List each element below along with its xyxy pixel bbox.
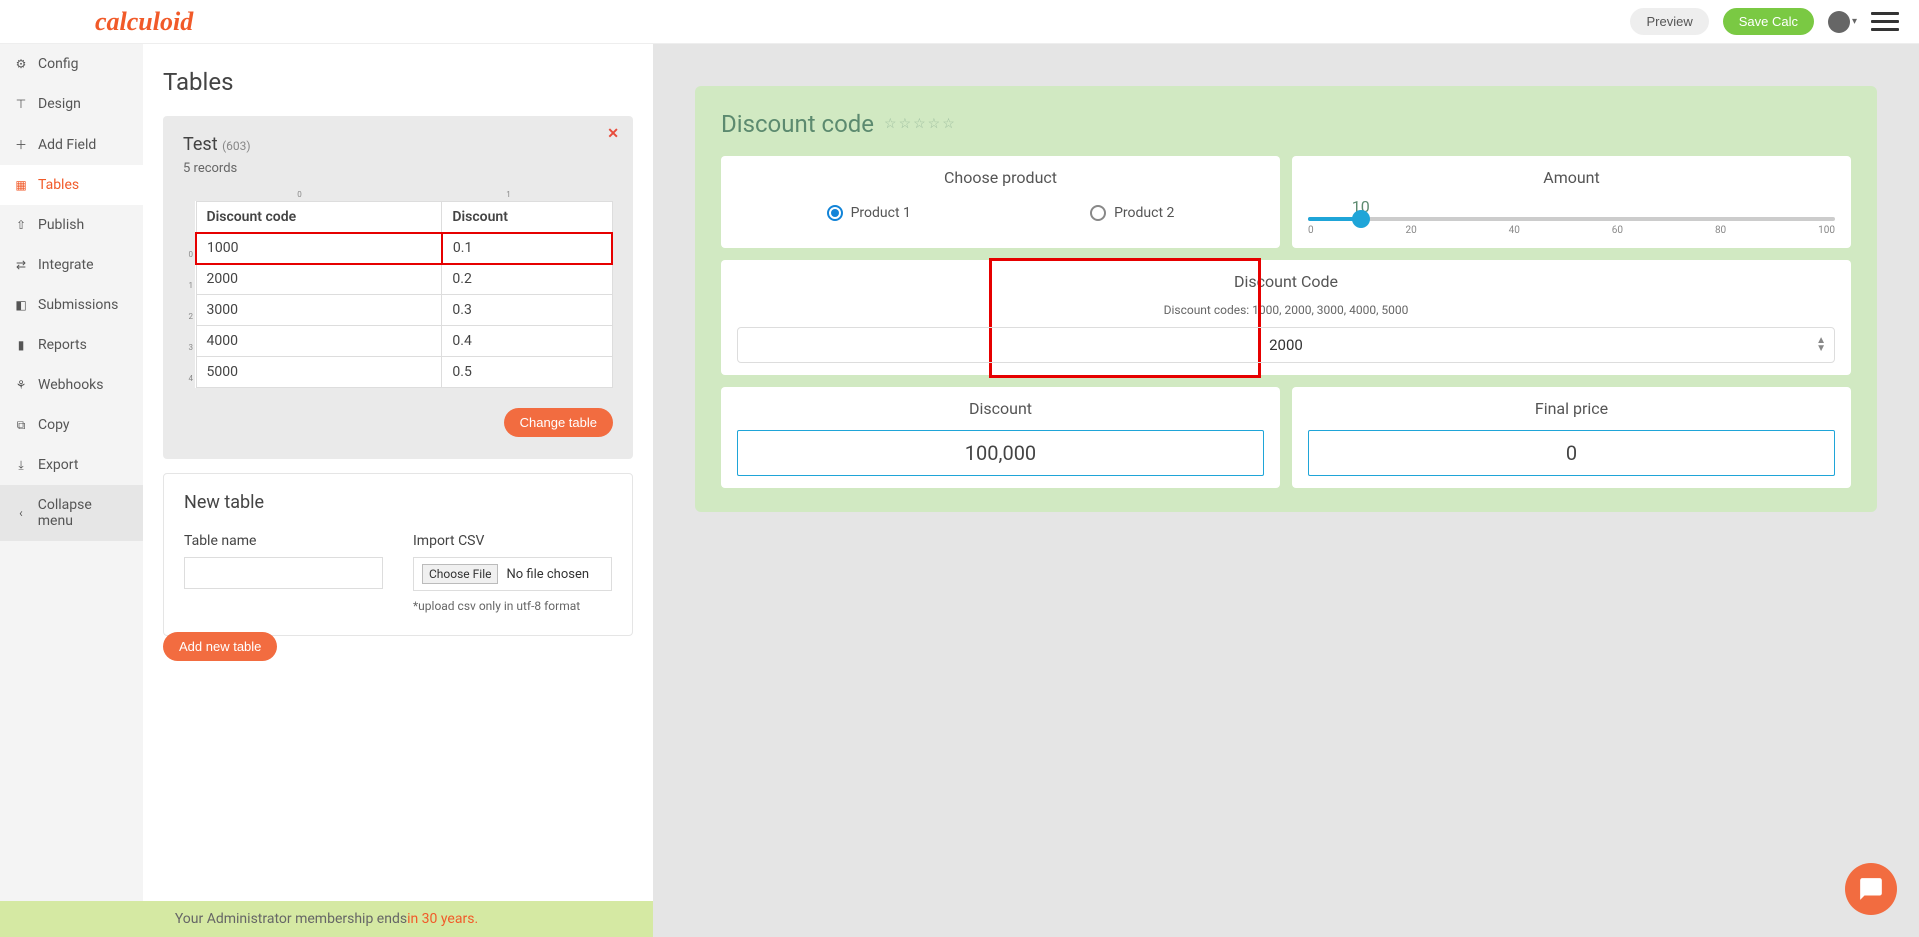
- product2-radio[interactable]: Product 2: [1090, 205, 1174, 221]
- caret-down-icon: ▾: [1852, 16, 1857, 27]
- slider-thumb[interactable]: [1352, 210, 1370, 228]
- table-row[interactable]: 40000.4: [196, 326, 612, 357]
- calc-title: Discount code: [721, 110, 874, 138]
- radio-checked-icon: [827, 205, 843, 221]
- sidebar-item-copy[interactable]: ⧉Copy: [0, 405, 143, 445]
- sidebar-item-config[interactable]: ⚙Config: [0, 44, 143, 84]
- sidebar-collapse[interactable]: ‹Collapse menu: [0, 485, 143, 541]
- card-title: Amount: [1308, 168, 1835, 187]
- choose-product-card: Choose product Product 1 Product 2: [721, 156, 1280, 248]
- plus-icon: ＋: [14, 136, 28, 153]
- save-calc-button[interactable]: Save Calc: [1723, 8, 1814, 35]
- col-indices: 0 1: [195, 188, 613, 201]
- table-header-row: Discount code Discount: [196, 202, 612, 233]
- data-table[interactable]: Discount code Discount 10000.1 20000.2 3…: [195, 201, 613, 388]
- card-title: Discount: [737, 399, 1264, 418]
- change-table-button[interactable]: Change table: [504, 408, 613, 437]
- sidebar-item-submissions[interactable]: ◧Submissions: [0, 285, 143, 325]
- file-input[interactable]: Choose File No file chosen: [413, 557, 612, 591]
- table-name-label: Table name: [184, 533, 383, 549]
- card-title: Final price: [1308, 399, 1835, 418]
- rating-stars[interactable]: ☆☆☆☆☆: [884, 116, 957, 132]
- chat-icon: [1858, 876, 1884, 902]
- table-panel: ✕ Test (603) 5 records 0 1 2 3 4 0: [163, 116, 633, 459]
- submissions-icon: ◧: [14, 298, 28, 312]
- tables-panel-area: Tables ✕ Test (603) 5 records 0 1 2 3 4: [143, 44, 653, 937]
- spinner-icon[interactable]: ▲▼: [1816, 337, 1826, 353]
- record-count: 5 records: [183, 161, 613, 176]
- sidebar-item-webhooks[interactable]: ⚘Webhooks: [0, 365, 143, 405]
- copy-icon: ⧉: [14, 418, 28, 433]
- new-table-title: New table: [184, 492, 612, 513]
- final-price-value: 0: [1308, 430, 1835, 476]
- sidebar-item-add-field[interactable]: ＋Add Field: [0, 124, 143, 165]
- import-csv-label: Import CSV: [413, 533, 612, 549]
- sidebar-item-reports[interactable]: ▮Reports: [0, 325, 143, 365]
- table-row[interactable]: 20000.2: [196, 264, 612, 295]
- sidebar-item-integrate[interactable]: ⇄Integrate: [0, 245, 143, 285]
- publish-icon: ⇧: [14, 218, 28, 232]
- integrate-icon: ⇄: [14, 258, 28, 272]
- export-icon: ⤓: [14, 458, 28, 473]
- product1-radio[interactable]: Product 1: [827, 205, 911, 221]
- user-menu[interactable]: ▾: [1828, 11, 1857, 33]
- sidebar: ⚙Config ⊤Design ＋Add Field ▦Tables ⇧Publ…: [0, 44, 143, 937]
- hamburger-icon[interactable]: [1871, 12, 1899, 31]
- new-table-panel: New table Table name Import CSV Choose F…: [163, 473, 633, 636]
- upload-note: *upload csv only in utf-8 format: [413, 599, 612, 613]
- sidebar-item-tables[interactable]: ▦Tables: [0, 165, 143, 205]
- discount-value: 100,000: [737, 430, 1264, 476]
- table-name-input[interactable]: [184, 557, 383, 589]
- final-price-card: Final price 0: [1292, 387, 1851, 488]
- discount-code-input[interactable]: 2000 ▲▼: [737, 327, 1835, 363]
- card-title: Choose product: [737, 168, 1264, 187]
- discount-result-card: Discount 100,000: [721, 387, 1280, 488]
- design-icon: ⊤: [14, 97, 28, 111]
- table-name: Test (603): [183, 134, 613, 155]
- page-title: Tables: [163, 68, 633, 96]
- avatar-icon: [1828, 11, 1850, 33]
- add-new-table-button[interactable]: Add new table: [163, 632, 277, 661]
- file-status: No file chosen: [506, 567, 589, 582]
- membership-bar: Your Administrator membership ends in 30…: [0, 901, 653, 937]
- calculator-preview-area: Discount code ☆☆☆☆☆ Choose product Produ…: [653, 44, 1919, 937]
- table-row[interactable]: 50000.5: [196, 357, 612, 388]
- row-indices: 0 1 2 3 4: [183, 188, 195, 394]
- chevron-left-icon: ‹: [14, 506, 28, 520]
- amount-slider[interactable]: 10 0 20 40 60 80 100: [1308, 199, 1835, 236]
- radio-unchecked-icon: [1090, 205, 1106, 221]
- calculator-panel: Discount code ☆☆☆☆☆ Choose product Produ…: [695, 86, 1877, 512]
- table-row[interactable]: 10000.1: [196, 233, 612, 264]
- reports-icon: ▮: [14, 338, 28, 352]
- logo[interactable]: calculoid: [95, 7, 193, 37]
- slider-ticks: 0 20 40 60 80 100: [1308, 225, 1835, 236]
- close-icon[interactable]: ✕: [607, 126, 619, 142]
- sidebar-item-publish[interactable]: ⇧Publish: [0, 205, 143, 245]
- sidebar-item-design[interactable]: ⊤Design: [0, 84, 143, 124]
- topbar: calculoid Preview Save Calc ▾: [0, 0, 1919, 44]
- table-row[interactable]: 30000.3: [196, 295, 612, 326]
- table-icon: ▦: [14, 178, 28, 192]
- chat-bubble-button[interactable]: [1845, 863, 1897, 915]
- preview-button[interactable]: Preview: [1630, 8, 1708, 35]
- card-title: Discount Code: [737, 272, 1835, 291]
- discount-hint: Discount codes: 1000, 2000, 3000, 4000, …: [737, 303, 1835, 317]
- discount-code-card: Discount Code Discount codes: 1000, 2000…: [721, 260, 1851, 375]
- gear-icon: ⚙: [14, 57, 28, 71]
- webhooks-icon: ⚘: [14, 378, 28, 392]
- choose-file-button[interactable]: Choose File: [422, 564, 498, 584]
- sidebar-item-export[interactable]: ⤓Export: [0, 445, 143, 485]
- amount-card: Amount 10 0 20 40 60 80: [1292, 156, 1851, 248]
